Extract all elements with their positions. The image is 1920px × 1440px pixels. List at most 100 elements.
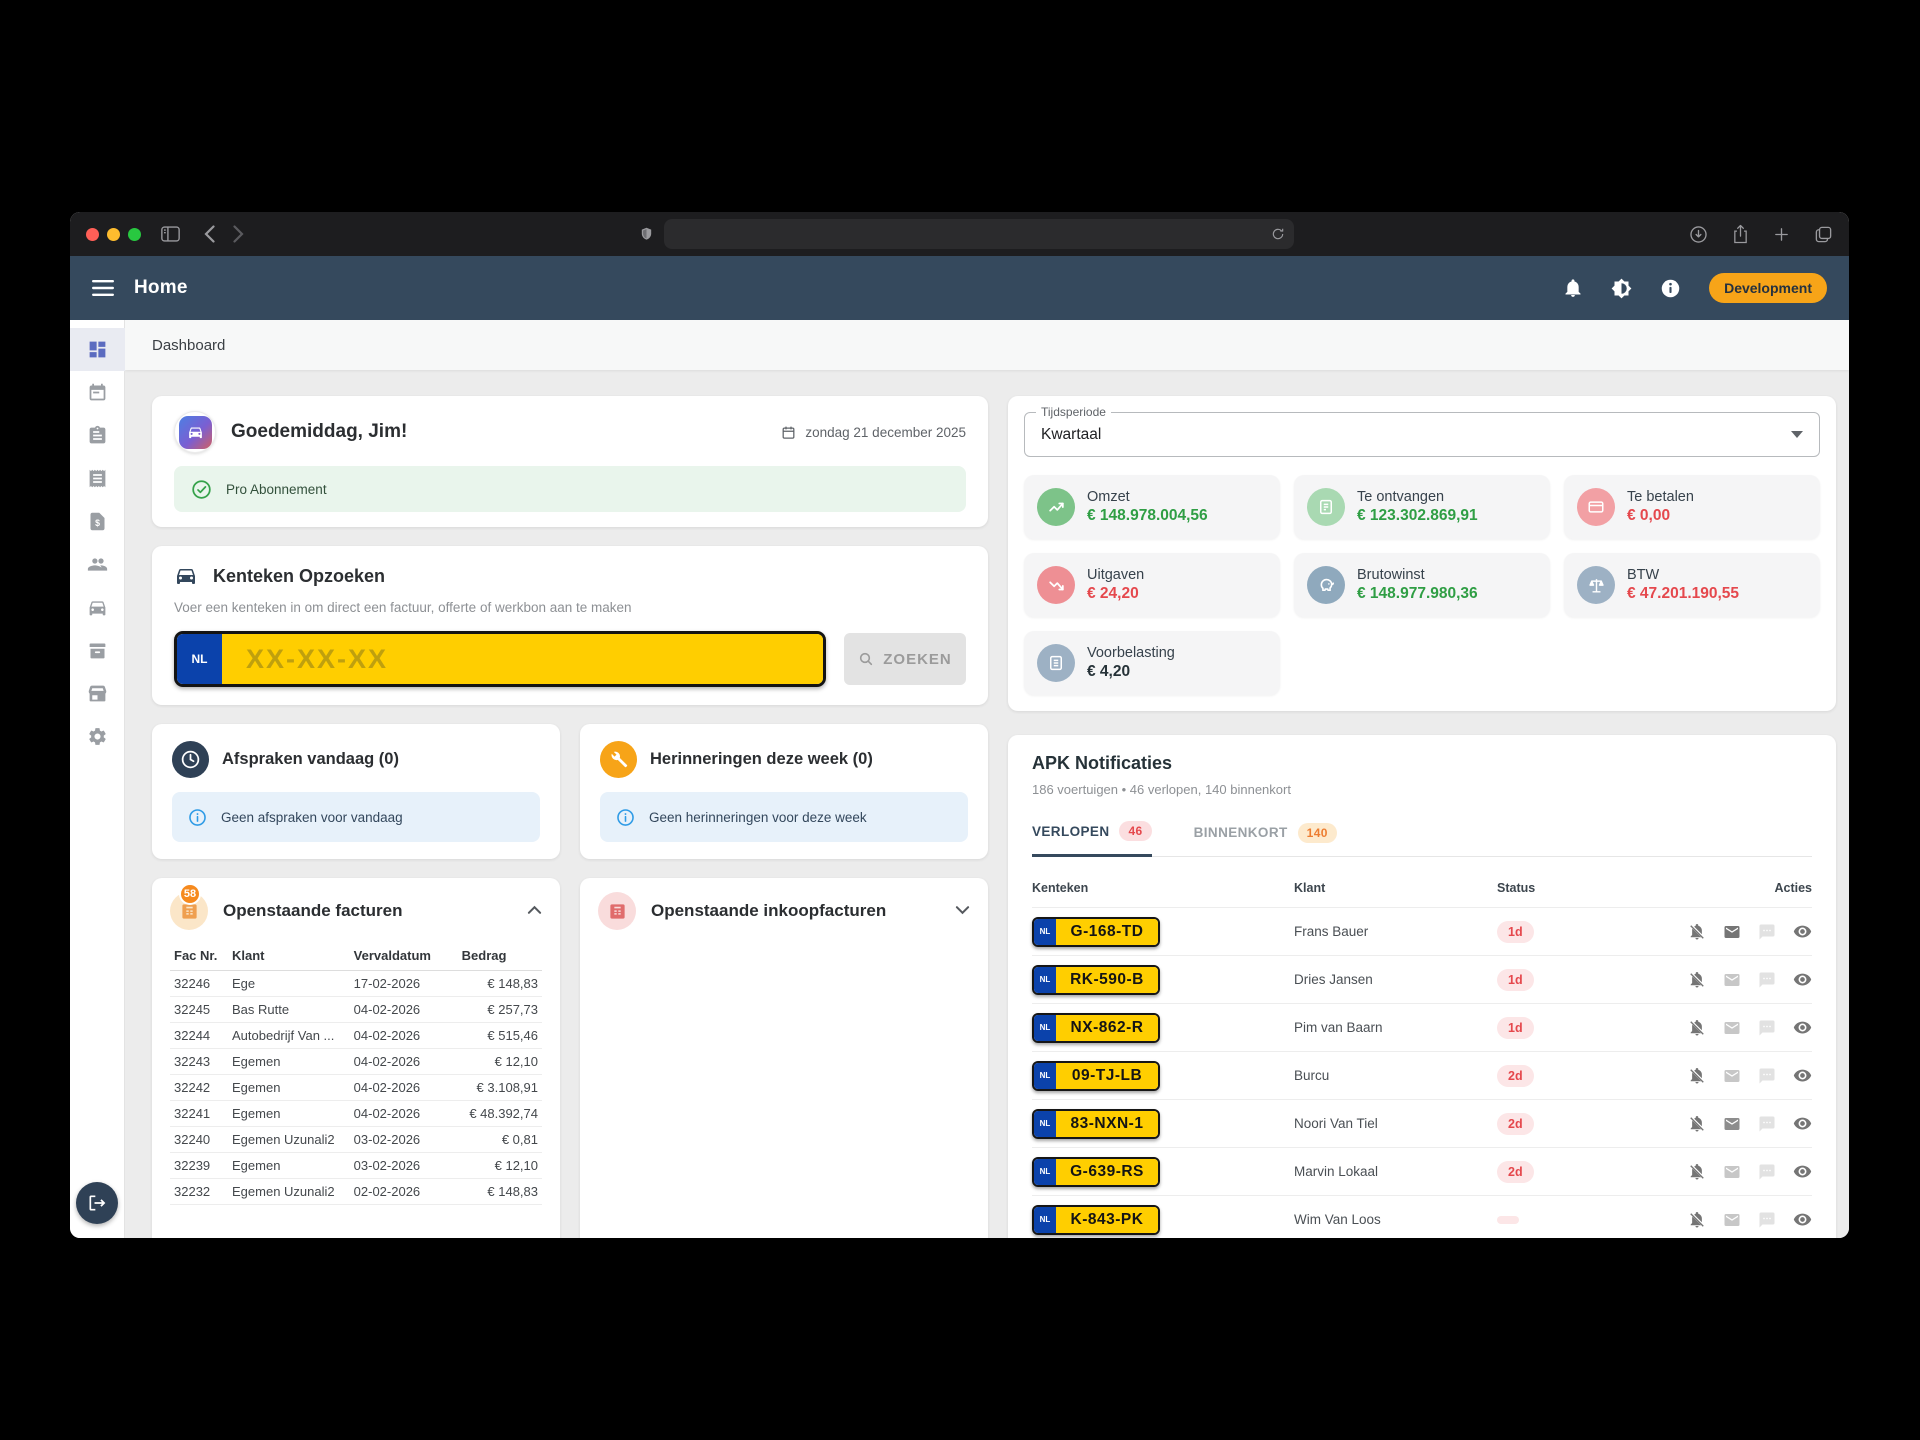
col-header-fac-nr: Fac Nr. — [170, 942, 228, 971]
eye-icon[interactable] — [1793, 1162, 1812, 1181]
email-icon[interactable] — [1723, 1163, 1741, 1181]
bell-off-icon[interactable] — [1688, 1067, 1706, 1085]
back-icon[interactable] — [204, 225, 215, 243]
chevron-down-icon[interactable] — [955, 902, 970, 920]
herinneringen-card: Herinneringen deze week (0) Geen herinne… — [580, 724, 988, 859]
sidebar-item-settings[interactable] — [70, 715, 125, 758]
afspraken-empty-banner: Geen afspraken voor vandaag — [172, 792, 540, 842]
table-row[interactable]: 32232Egemen Uzunali202-02-2026€ 148,83 — [170, 1179, 542, 1205]
bell-off-icon[interactable] — [1688, 1163, 1706, 1181]
sidebar-item-voorraad[interactable] — [70, 629, 125, 672]
eye-icon[interactable] — [1793, 1114, 1812, 1133]
chat-icon[interactable] — [1758, 971, 1776, 989]
sidebar-item-voertuigen[interactable] — [70, 586, 125, 629]
table-row[interactable]: 32240Egemen Uzunali203-02-2026€ 0,81 — [170, 1127, 542, 1153]
menu-icon[interactable] — [92, 279, 114, 297]
facturen-title: Openstaande facturen — [223, 901, 512, 921]
eye-icon[interactable] — [1793, 1066, 1812, 1085]
reload-icon[interactable] — [1271, 227, 1285, 241]
apk-row[interactable]: NLK-843-PK Wim Van Loos — [1032, 1195, 1812, 1238]
status-badge: 2d — [1497, 1113, 1534, 1135]
table-row[interactable]: 32244Autobedrijf Van ...04-02-2026€ 515,… — [170, 1023, 542, 1049]
eye-icon[interactable] — [1793, 922, 1812, 941]
zoom-window-button[interactable] — [128, 228, 141, 241]
chat-icon[interactable] — [1758, 923, 1776, 941]
apk-row[interactable]: NLG-639-RS Marvin Lokaal 2d — [1032, 1147, 1812, 1195]
theme-toggle-icon[interactable] — [1611, 278, 1632, 299]
share-icon[interactable] — [1732, 224, 1749, 244]
sidebar-item-agenda[interactable] — [70, 371, 125, 414]
app-logo — [174, 411, 216, 453]
eye-icon[interactable] — [1793, 1018, 1812, 1037]
sidebar-toggle-icon[interactable] — [161, 226, 180, 242]
kenteken-input[interactable] — [222, 634, 823, 684]
table-row[interactable]: 32241Egemen04-02-2026€ 48.392,74 — [170, 1101, 542, 1127]
email-icon[interactable] — [1723, 1067, 1741, 1085]
zoeken-button[interactable]: ZOEKEN — [844, 633, 966, 685]
bell-off-icon[interactable] — [1688, 1211, 1706, 1229]
tab-verlopen[interactable]: VERLOPEN 46 — [1032, 821, 1152, 857]
chat-icon[interactable] — [1758, 1067, 1776, 1085]
downloads-icon[interactable] — [1689, 225, 1708, 244]
email-icon[interactable] — [1723, 1115, 1741, 1133]
window-controls — [86, 228, 141, 241]
sidebar-item-werkbonnen[interactable] — [70, 414, 125, 457]
bell-off-icon[interactable] — [1688, 1115, 1706, 1133]
bell-off-icon[interactable] — [1688, 1019, 1706, 1037]
license-plate: NLK-843-PK — [1032, 1205, 1160, 1235]
apk-title: APK Notificaties — [1032, 753, 1812, 774]
status-badge: 2d — [1497, 1161, 1534, 1183]
new-tab-icon[interactable] — [1773, 226, 1790, 243]
sidebar-item-winkel[interactable] — [70, 672, 125, 715]
apk-row[interactable]: NLG-168-TD Frans Bauer 1d — [1032, 907, 1812, 955]
email-icon[interactable] — [1723, 923, 1741, 941]
environment-badge[interactable]: Development — [1709, 273, 1827, 303]
chat-icon[interactable] — [1758, 1211, 1776, 1229]
apk-row[interactable]: NL09-TJ-LB Burcu 2d — [1032, 1051, 1812, 1099]
notifications-bell-icon[interactable] — [1563, 278, 1583, 299]
chat-icon[interactable] — [1758, 1019, 1776, 1037]
chat-icon[interactable] — [1758, 1163, 1776, 1181]
sidebar-item-klanten[interactable] — [70, 543, 125, 586]
close-window-button[interactable] — [86, 228, 99, 241]
table-row[interactable]: 32239Egemen03-02-2026€ 12,10 — [170, 1153, 542, 1179]
bell-off-icon[interactable] — [1688, 971, 1706, 989]
piggy-bank-icon — [1307, 566, 1345, 604]
apk-row[interactable]: NL83-NXN-1 Noori Van Tiel 2d — [1032, 1099, 1812, 1147]
kenteken-card: Kenteken Opzoeken Voer een kenteken in o… — [152, 546, 988, 705]
tab-overview-icon[interactable] — [1814, 225, 1833, 244]
table-row[interactable]: 32245Bas Rutte04-02-2026€ 257,73 — [170, 997, 542, 1023]
table-row[interactable]: 32243Egemen04-02-2026€ 12,10 — [170, 1049, 542, 1075]
address-bar[interactable] — [664, 219, 1294, 249]
chevron-up-icon[interactable] — [527, 902, 542, 920]
tijdsperiode-select[interactable]: Tijdsperiode Kwartaal — [1024, 412, 1820, 457]
car-logo-icon — [179, 416, 212, 449]
sidebar-item-facturen[interactable]: $ — [70, 500, 125, 543]
status-badge: 2d — [1497, 1065, 1534, 1087]
email-icon[interactable] — [1723, 1019, 1741, 1037]
license-plate: NLG-168-TD — [1032, 917, 1160, 947]
tab-binnenkort[interactable]: BINNENKORT 140 — [1194, 821, 1337, 857]
herinneringen-empty-message: Geen herinneringen voor deze week — [649, 810, 867, 825]
eye-icon[interactable] — [1793, 1210, 1812, 1229]
sidebar-item-dashboard[interactable] — [70, 328, 125, 371]
minimize-window-button[interactable] — [107, 228, 120, 241]
apk-row[interactable]: NLRK-590-B Dries Jansen 1d — [1032, 955, 1812, 1003]
bell-off-icon[interactable] — [1688, 923, 1706, 941]
verlopen-count-badge: 46 — [1119, 821, 1151, 841]
browser-window: Home Development — [70, 212, 1849, 1238]
email-icon[interactable] — [1723, 971, 1741, 989]
table-row[interactable]: 32242Egemen04-02-2026€ 3.108,91 — [170, 1075, 542, 1101]
logout-button[interactable] — [76, 1182, 118, 1224]
dropdown-caret-icon — [1791, 431, 1803, 438]
license-plate: NL83-NXN-1 — [1032, 1109, 1160, 1139]
apk-row[interactable]: NLNX-862-R Pim van Baarn 1d — [1032, 1003, 1812, 1051]
herinneringen-title: Herinneringen deze week (0) — [650, 750, 873, 769]
forward-icon[interactable] — [233, 225, 244, 243]
table-row[interactable]: 32246Ege17-02-2026€ 148,83 — [170, 971, 542, 997]
email-icon[interactable] — [1723, 1211, 1741, 1229]
chat-icon[interactable] — [1758, 1115, 1776, 1133]
info-icon[interactable] — [1660, 278, 1681, 299]
eye-icon[interactable] — [1793, 970, 1812, 989]
sidebar-item-bonnen[interactable] — [70, 457, 125, 500]
